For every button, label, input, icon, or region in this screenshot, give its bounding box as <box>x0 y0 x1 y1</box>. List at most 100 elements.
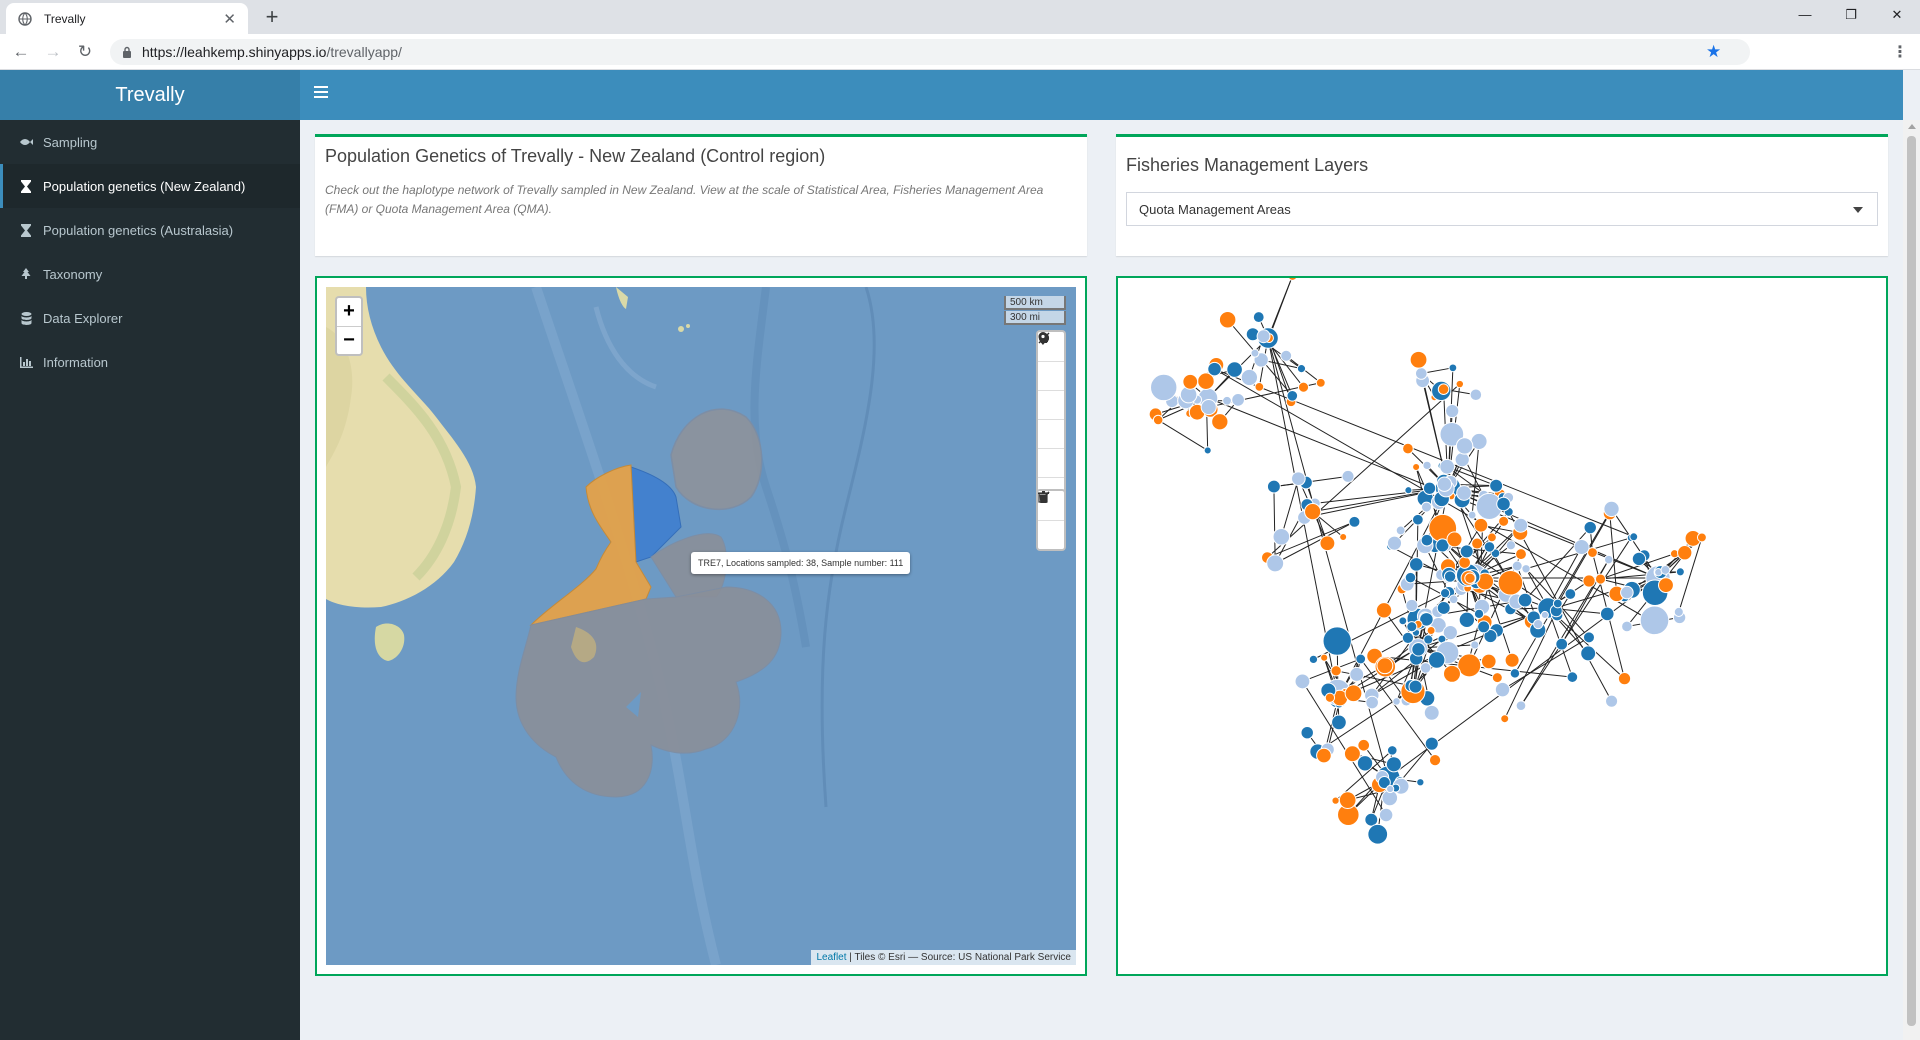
network-node <box>1477 620 1491 634</box>
network-node <box>1513 517 1529 533</box>
minimize-button[interactable]: — <box>1782 4 1828 26</box>
network-node <box>1402 442 1414 455</box>
network-node <box>1316 747 1332 764</box>
top-navbar <box>300 70 1903 120</box>
network-node <box>1385 756 1402 773</box>
network-node <box>1420 533 1434 547</box>
zoom-out-button[interactable]: − <box>337 326 361 354</box>
database-icon <box>19 311 33 325</box>
network-node <box>1405 598 1419 612</box>
network-node <box>1308 654 1319 665</box>
network-node <box>1386 784 1395 794</box>
reload-button[interactable]: ↻ <box>73 40 97 64</box>
sidebar-item-sampling[interactable]: Sampling <box>0 120 300 164</box>
forward-button[interactable]: → <box>41 40 65 64</box>
network-node <box>1573 538 1590 556</box>
back-button[interactable]: ← <box>9 40 33 64</box>
network-node <box>1254 382 1265 392</box>
haplotype-network-box <box>1116 276 1888 976</box>
network-node <box>1365 695 1379 710</box>
sidebar-item-population-genetics-nz[interactable]: Population genetics (New Zealand) <box>0 164 300 208</box>
scroll-up-arrow-icon[interactable] <box>1908 124 1916 129</box>
close-tab-icon[interactable]: ✕ <box>223 10 236 28</box>
network-node <box>1338 791 1357 810</box>
address-bar[interactable]: https://leahkemp.shinyapps.io/trevallyap… <box>110 39 1750 65</box>
scale-mi: 300 mi <box>1004 311 1066 325</box>
draw-toolbar <box>1036 330 1066 508</box>
leaflet-map[interactable]: + − 500 km 300 mi TRE7, Locations sample… <box>326 287 1076 965</box>
sidebar-item-population-genetics-australasia[interactable]: Population genetics (Australasia) <box>0 208 300 252</box>
scrollbar-thumb[interactable] <box>1907 136 1916 1026</box>
draw-marker-icon[interactable] <box>1038 332 1064 477</box>
network-node <box>1315 377 1326 388</box>
browser-menu-icon[interactable]: ⋮ <box>1892 42 1908 62</box>
leaflet-link[interactable]: Leaflet <box>816 952 846 963</box>
bookmark-star-icon[interactable]: ★ <box>1706 42 1721 62</box>
sidebar-item-data-explorer[interactable]: Data Explorer <box>0 296 300 340</box>
sidebar-toggle-icon[interactable] <box>314 86 328 98</box>
sidebar-item-taxonomy[interactable]: Taxonomy <box>0 252 300 296</box>
network-node <box>1408 679 1423 694</box>
network-node <box>1222 395 1232 406</box>
scale-km: 500 km <box>1004 296 1066 310</box>
network-node <box>1404 571 1417 584</box>
network-node <box>1504 652 1520 668</box>
network-node <box>1631 551 1647 567</box>
network-node <box>1152 414 1164 426</box>
network-node <box>1459 544 1474 559</box>
network-node <box>1256 329 1271 344</box>
draw-rectangle-icon[interactable] <box>1038 334 1064 419</box>
network-node <box>1252 311 1265 324</box>
network-node <box>1294 673 1311 690</box>
network-node <box>1473 608 1485 619</box>
network-node <box>1582 631 1595 644</box>
network-node <box>1324 692 1336 703</box>
network-node <box>1411 642 1426 657</box>
network-node <box>1448 363 1458 373</box>
network-node <box>1401 631 1415 644</box>
network-node <box>1375 602 1393 619</box>
close-window-button[interactable]: ✕ <box>1874 4 1920 26</box>
network-node <box>1266 554 1285 573</box>
network-node <box>1639 605 1670 636</box>
lock-icon <box>123 46 131 58</box>
network-node <box>1470 432 1488 450</box>
map-basemap <box>326 287 1076 965</box>
haplotype-network[interactable] <box>1118 278 1886 974</box>
layers-select[interactable]: Quota Management Areas <box>1126 192 1878 226</box>
sidebar-item-information[interactable]: Information <box>0 340 300 384</box>
network-nodes <box>1148 278 1707 845</box>
network-node <box>1603 500 1620 518</box>
browser-tabstrip: Trevally ✕ + — ❐ ✕ <box>0 0 1920 34</box>
draw-circle-icon[interactable] <box>1038 333 1064 448</box>
main-content: Population Genetics of Trevally - New Ze… <box>300 120 1903 1040</box>
network-node <box>1356 755 1374 772</box>
restore-button[interactable]: ❐ <box>1828 4 1874 26</box>
network-node <box>1533 619 1544 630</box>
fish-icon <box>19 135 33 149</box>
network-node <box>1437 383 1450 395</box>
network-node <box>1296 364 1307 374</box>
zoom-in-button[interactable]: + <box>337 298 361 326</box>
browser-tab[interactable]: Trevally ✕ <box>6 3 248 34</box>
network-node <box>1203 446 1212 455</box>
map-tooltip: TRE7, Locations sampled: 38, Sample numb… <box>691 552 911 574</box>
delete-layers-icon[interactable] <box>1038 491 1064 549</box>
page-scrollbar[interactable] <box>1903 120 1920 1040</box>
network-node <box>1344 684 1363 703</box>
network-node <box>1469 388 1483 402</box>
draw-polygon-icon[interactable] <box>1038 333 1064 390</box>
network-node <box>1464 572 1476 584</box>
sidebar-item-label: Population genetics (New Zealand) <box>43 178 246 194</box>
network-node <box>1583 520 1597 535</box>
sidebar-item-label: Taxonomy <box>43 266 103 282</box>
network-node <box>1218 311 1237 329</box>
network-node <box>1454 452 1470 468</box>
network-node <box>1414 367 1428 380</box>
new-tab-button[interactable]: + <box>258 5 286 31</box>
network-node <box>1426 626 1436 635</box>
network-node <box>1412 463 1421 472</box>
network-node <box>1517 592 1533 608</box>
tree-icon <box>19 267 33 281</box>
layers-select-value: Quota Management Areas <box>1139 201 1291 217</box>
